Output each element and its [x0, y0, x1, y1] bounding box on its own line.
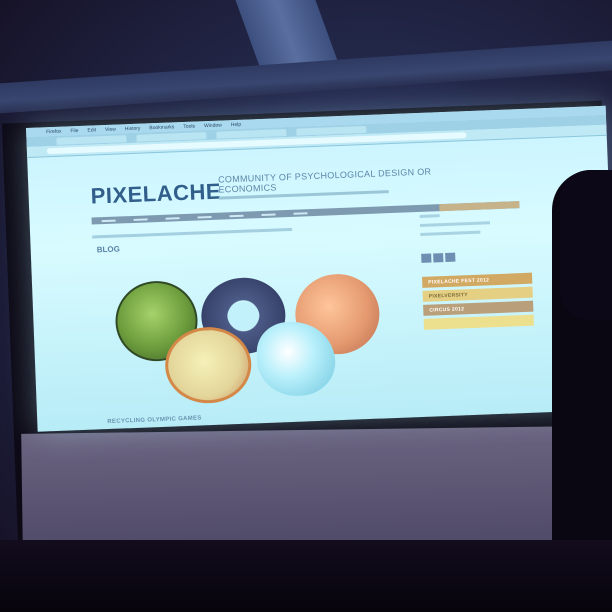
facebook-icon[interactable] [421, 253, 432, 263]
vimeo-icon[interactable] [445, 252, 456, 262]
menu-help[interactable]: Help [231, 121, 242, 127]
post-caption[interactable]: RECYCLING OLYMPIC GAMES [107, 415, 202, 425]
menu-tools[interactable]: Tools [183, 123, 195, 129]
social-icons [421, 250, 531, 263]
promo-fest[interactable]: PIXELACHE FEST 2012 [422, 272, 533, 288]
site-tagline: COMMUNITY OF PSYCHOLOGICAL DESIGN OR ECO… [217, 166, 432, 195]
promo-circus[interactable]: CIRCUS 2012 [423, 300, 534, 316]
section-title: BLOG [96, 244, 120, 255]
web-page: PIXELACHE COMMUNITY OF PSYCHOLOGICAL DES… [27, 136, 612, 432]
sidebar-line [419, 214, 440, 218]
promo-extra[interactable] [423, 314, 534, 330]
menu-firefox[interactable]: Firefox [46, 128, 62, 135]
menu-edit[interactable]: Edit [87, 127, 96, 133]
menu-view[interactable]: View [105, 126, 116, 132]
site-sidebar: PIXELACHE FEST 2012 PIXELVERSITY CIRCUS … [419, 211, 534, 333]
projected-browser: Firefox File Edit View History Bookmarks… [26, 105, 612, 432]
twitter-icon[interactable] [433, 253, 444, 263]
nav-accent [439, 201, 520, 212]
nav-item[interactable] [165, 216, 180, 220]
site-logo[interactable]: PIXELACHE [90, 179, 221, 210]
nav-item[interactable] [101, 219, 116, 222]
menu-bookmarks[interactable]: Bookmarks [149, 124, 174, 131]
screen-lower-area [21, 426, 583, 552]
sidebar-line [419, 221, 491, 227]
breadcrumb [92, 227, 293, 239]
dark-foreground [0, 540, 612, 612]
nav-item[interactable] [229, 214, 244, 217]
presenter-head [560, 170, 612, 320]
menu-history[interactable]: History [125, 125, 141, 132]
menu-file[interactable]: File [70, 127, 78, 133]
sidebar-line [420, 230, 481, 236]
nav-item[interactable] [293, 211, 308, 215]
promo-pixelversity[interactable]: PIXELVERSITY [422, 286, 533, 302]
nav-item[interactable] [197, 215, 212, 218]
nav-item[interactable] [261, 212, 276, 216]
nav-item[interactable] [133, 217, 148, 221]
menu-window[interactable]: Window [204, 122, 222, 129]
